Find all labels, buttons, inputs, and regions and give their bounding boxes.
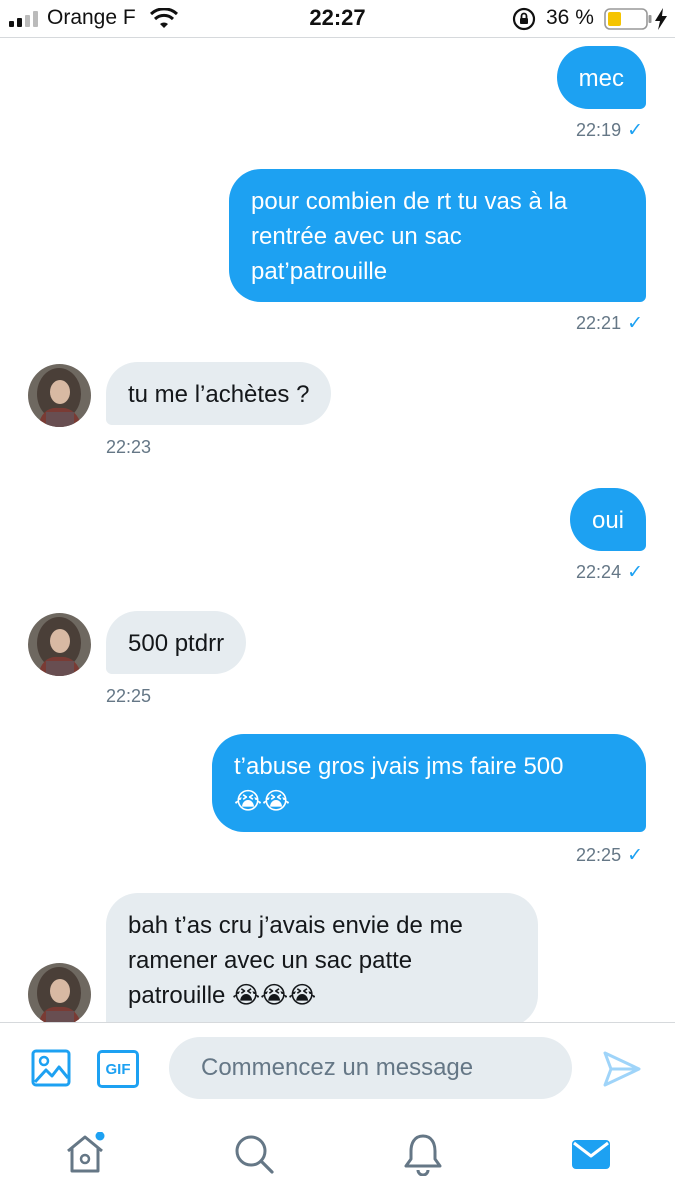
sent-message[interactable]: pour combien de rt tu vas à la rentrée a… [229, 169, 646, 302]
avatar[interactable] [28, 364, 91, 427]
bottom-tab-bar [0, 1114, 675, 1200]
search-icon[interactable] [232, 1132, 276, 1176]
timestamp-text: 22:25 [576, 845, 622, 865]
message-timestamp: 22:21 ✓ [576, 312, 643, 335]
gif-icon[interactable]: GIF [97, 1050, 139, 1088]
send-icon[interactable] [602, 1049, 642, 1089]
avatar[interactable] [28, 613, 91, 676]
avatar-image [28, 613, 91, 676]
avatar-image [28, 963, 91, 1022]
notifications-icon[interactable] [401, 1132, 445, 1176]
sent-message[interactable]: t’abuse gros jvais jms faire 500 😭😭 [212, 734, 646, 832]
gif-label: GIF [105, 1060, 131, 1078]
read-check-icon: ✓ [627, 845, 643, 866]
message-timestamp: 22:25 [106, 686, 151, 707]
timestamp-text: 22:19 [576, 120, 622, 140]
battery-percent: 36 % [546, 6, 594, 29]
rotation-lock-icon [512, 7, 536, 31]
messages-icon[interactable] [569, 1132, 613, 1176]
read-check-icon: ✓ [627, 120, 643, 141]
timestamp-text: 22:25 [106, 686, 152, 706]
timestamp-text: 22:24 [576, 562, 622, 582]
received-message[interactable]: bah t’as cru j’avais envie de me ramener… [106, 893, 538, 1022]
image-icon[interactable] [31, 1049, 71, 1087]
avatar[interactable] [28, 963, 91, 1022]
sent-message[interactable]: oui [569, 488, 646, 551]
sent-message[interactable]: mec [556, 46, 646, 109]
message-composer: GIF [0, 1022, 675, 1114]
timestamp-text: 22:21 [576, 313, 622, 333]
message-timestamp: 22:19 ✓ [576, 119, 643, 142]
received-message[interactable]: tu me l’achètes ? [106, 362, 332, 425]
message-input[interactable] [169, 1037, 572, 1099]
read-check-icon: ✓ [627, 562, 643, 583]
charging-bolt-icon [655, 8, 667, 30]
message-timestamp: 22:23 [106, 437, 151, 458]
read-check-icon: ✓ [627, 313, 643, 334]
received-message[interactable]: 500 ptdrr [106, 611, 247, 674]
status-bar: Orange F 22:27 36 % [0, 0, 675, 38]
home-icon[interactable] [63, 1132, 107, 1176]
conversation-thread[interactable]: mec 22:19 ✓ pour combien de rt tu vas à l… [0, 38, 675, 1022]
battery-icon [604, 8, 652, 30]
avatar-image [28, 364, 91, 427]
timestamp-text: 22:23 [106, 437, 152, 457]
message-timestamp: 22:25 ✓ [576, 844, 643, 867]
message-timestamp: 22:24 ✓ [576, 561, 643, 584]
